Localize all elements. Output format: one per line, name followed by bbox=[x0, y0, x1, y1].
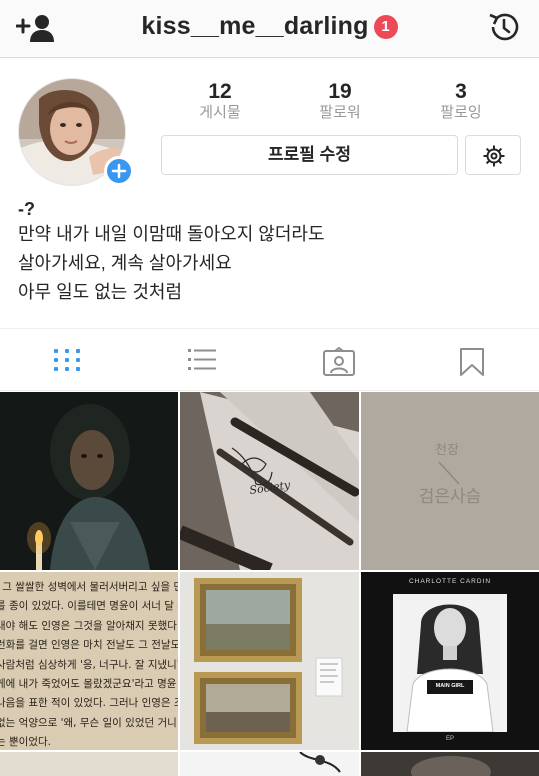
profile-tab-bar bbox=[0, 328, 539, 391]
tab-tagged[interactable] bbox=[270, 329, 405, 392]
list-icon bbox=[188, 349, 216, 370]
post-thumbnail-6[interactable]: CHARLOTTE CARDIN MAIN GIRL EP bbox=[361, 572, 539, 750]
stat-followers[interactable]: 19 팔로워 bbox=[285, 80, 395, 122]
post-thumbnail-3[interactable]: 천장 검은사슴 bbox=[361, 392, 539, 570]
tab-list[interactable] bbox=[135, 329, 270, 392]
profile-stats: 12 게시물 19 팔로워 3 팔로잉 bbox=[160, 80, 530, 124]
posts-count: 12 bbox=[208, 80, 232, 103]
edit-profile-button[interactable]: 프로필 수정 bbox=[161, 135, 458, 175]
post-4-line: 를 종이 있었다. 이를테면 명윤이 서너 달 세 bbox=[0, 600, 178, 613]
username-header[interactable]: kiss__me__darling 1 bbox=[0, 12, 539, 46]
post-thumbnail-4[interactable]: l 그 쌀쌀한 성벽에서 물러서버리고 싶을 만 를 종이 있었다. 이를테면 … bbox=[0, 572, 178, 750]
post-4-line: 사람처럼 심상하게 '응, 너구나. 잘 지냈니?' bbox=[0, 658, 178, 671]
post-4-line: 런화를 걸면 인영은 마치 전날도 그 전날도 bbox=[0, 639, 178, 652]
bio-name: -? bbox=[18, 199, 35, 219]
profile-username[interactable]: kiss__me__darling bbox=[141, 12, 368, 41]
post-4-line: 는 뿐이었다. bbox=[0, 736, 51, 749]
gear-icon bbox=[483, 145, 505, 167]
bio-line-2: 살아가세요, 계속 살아가세요 bbox=[18, 253, 232, 273]
tab-saved[interactable] bbox=[405, 329, 539, 392]
post-4-line: 없는 억양으로 '왜, 무슨 일이 있었던 거니 bbox=[0, 716, 177, 729]
post-4-line: l 그 쌀쌀한 성벽에서 물러서버리고 싶을 만 bbox=[0, 581, 178, 593]
profile-bio: -? 만약 내가 내일 이맘때 돌아오지 않더라도 살아가세요, 계속 살아가세… bbox=[18, 198, 518, 307]
album-shirt-text: MAIN GIRL bbox=[435, 683, 465, 689]
post-thumbnail-2[interactable]: Society bbox=[180, 392, 359, 570]
bookmark-icon bbox=[460, 348, 484, 376]
post-3-text-top: 천장 bbox=[435, 443, 459, 458]
tagged-icon bbox=[323, 347, 355, 376]
album-artist: CHARLOTTE CARDIN bbox=[408, 578, 492, 585]
top-nav-bar: kiss__me__darling 1 bbox=[0, 0, 539, 58]
add-story-plus-icon[interactable] bbox=[104, 156, 134, 186]
bio-line-1: 만약 내가 내일 이맘때 돌아오지 않더라도 bbox=[18, 224, 325, 244]
profile-avatar-wrapper[interactable] bbox=[18, 78, 134, 188]
post-thumbnail-1[interactable] bbox=[0, 392, 178, 570]
post-thumbnail-8[interactable] bbox=[180, 752, 359, 776]
notification-badge: 1 bbox=[373, 14, 398, 39]
posts-grid: Society 천장 검은사슴 l 그 쌀쌀한 성벽에서 물러서버리고 싶을 만… bbox=[0, 392, 539, 776]
followers-count: 19 bbox=[328, 80, 352, 103]
following-count: 3 bbox=[455, 80, 467, 103]
post-3-text-bottom: 검은사슴 bbox=[419, 487, 482, 507]
stat-following[interactable]: 3 팔로잉 bbox=[406, 80, 516, 122]
post-thumbnail-9[interactable] bbox=[361, 752, 539, 776]
post-thumbnail-7[interactable] bbox=[0, 752, 178, 776]
tab-grid[interactable] bbox=[0, 329, 135, 392]
following-label: 팔로잉 bbox=[440, 104, 482, 121]
followers-label: 팔로워 bbox=[319, 104, 361, 121]
posts-label: 게시물 bbox=[199, 104, 241, 121]
post-4-line: 게에 내가 죽었어도 몰랐겠군요'라고 명윤 bbox=[0, 678, 177, 691]
grid-icon bbox=[54, 349, 80, 371]
history-icon[interactable] bbox=[487, 10, 521, 44]
post-thumbnail-5[interactable] bbox=[180, 572, 359, 750]
post-4-line: 내야 해도 인영은 그것을 알아채지 못했다. bbox=[0, 619, 178, 632]
album-ep-label: EP bbox=[445, 736, 454, 742]
settings-button[interactable] bbox=[465, 135, 521, 175]
stat-posts[interactable]: 12 게시물 bbox=[165, 80, 275, 122]
post-4-line: 나음을 표한 적이 있었다. 그러나 인영은 조 bbox=[0, 697, 178, 710]
bio-line-3: 아무 일도 없는 것처럼 bbox=[18, 282, 183, 302]
